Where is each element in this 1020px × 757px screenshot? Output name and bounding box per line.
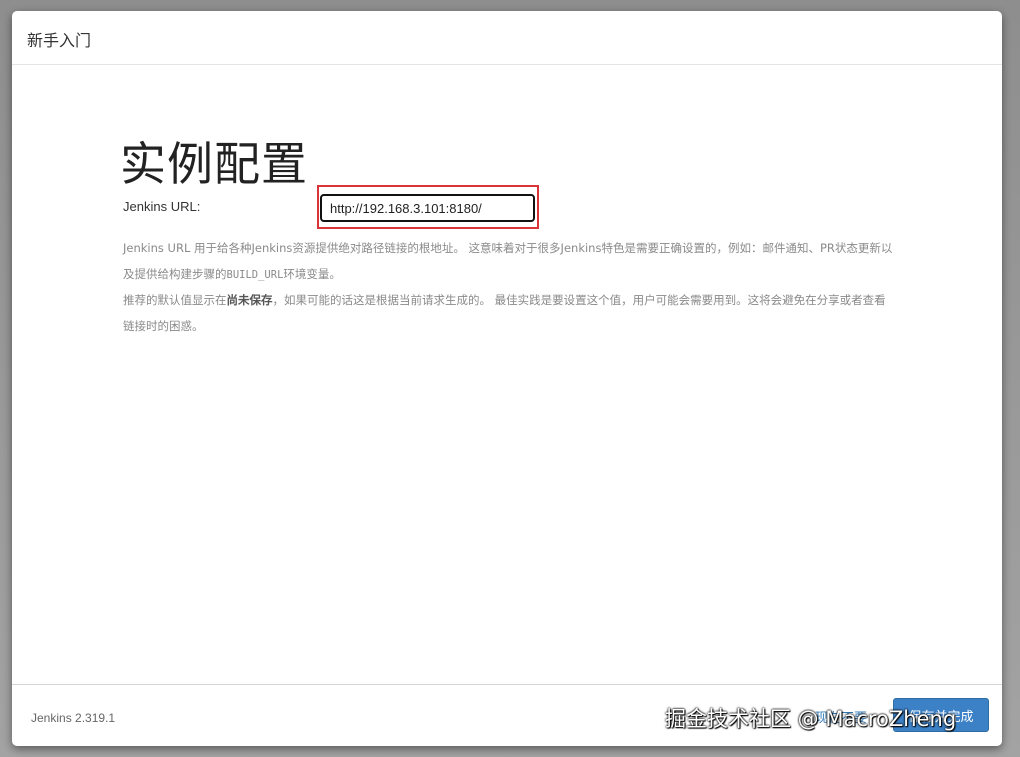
skip-link[interactable]: 现在不要 <box>815 707 867 726</box>
jenkins-version: Jenkins 2.319.1 <box>31 711 116 725</box>
help-paragraph-1: Jenkins URL 用于给各种Jenkins资源提供绝对路径链接的根地址。 … <box>123 236 893 288</box>
dialog-body: 实例配置 Jenkins URL: Jenkins URL 用于给各种Jenki… <box>12 66 1002 684</box>
not-saved-emphasis: 尚未保存 <box>226 293 273 307</box>
url-help-text: Jenkins URL 用于给各种Jenkins资源提供绝对路径链接的根地址。 … <box>123 236 893 339</box>
save-and-finish-button[interactable]: 保存并完成 <box>893 698 989 732</box>
help-paragraph-2: 推荐的默认值显示在尚未保存，如果可能的话这是根据当前请求生成的。 最佳实践是要设… <box>123 288 893 339</box>
jenkins-url-input[interactable] <box>320 194 535 222</box>
build-url-code: BUILD_URL <box>226 268 284 281</box>
dialog-footer: Jenkins 2.319.1 现在不要 保存并完成 <box>12 684 1002 746</box>
jenkins-url-label: Jenkins URL: <box>123 199 201 214</box>
help-text-1b: 环境变量。 <box>283 266 341 281</box>
dialog-title: 新手入门 <box>27 31 92 50</box>
dialog-header: 新手入门 <box>12 11 1002 65</box>
page-heading: 实例配置 <box>120 137 308 191</box>
help-text-2a: 推荐的默认值显示在 <box>123 293 227 307</box>
setup-wizard-dialog: 新手入门 实例配置 Jenkins URL: Jenkins URL 用于给各种… <box>12 11 1002 746</box>
